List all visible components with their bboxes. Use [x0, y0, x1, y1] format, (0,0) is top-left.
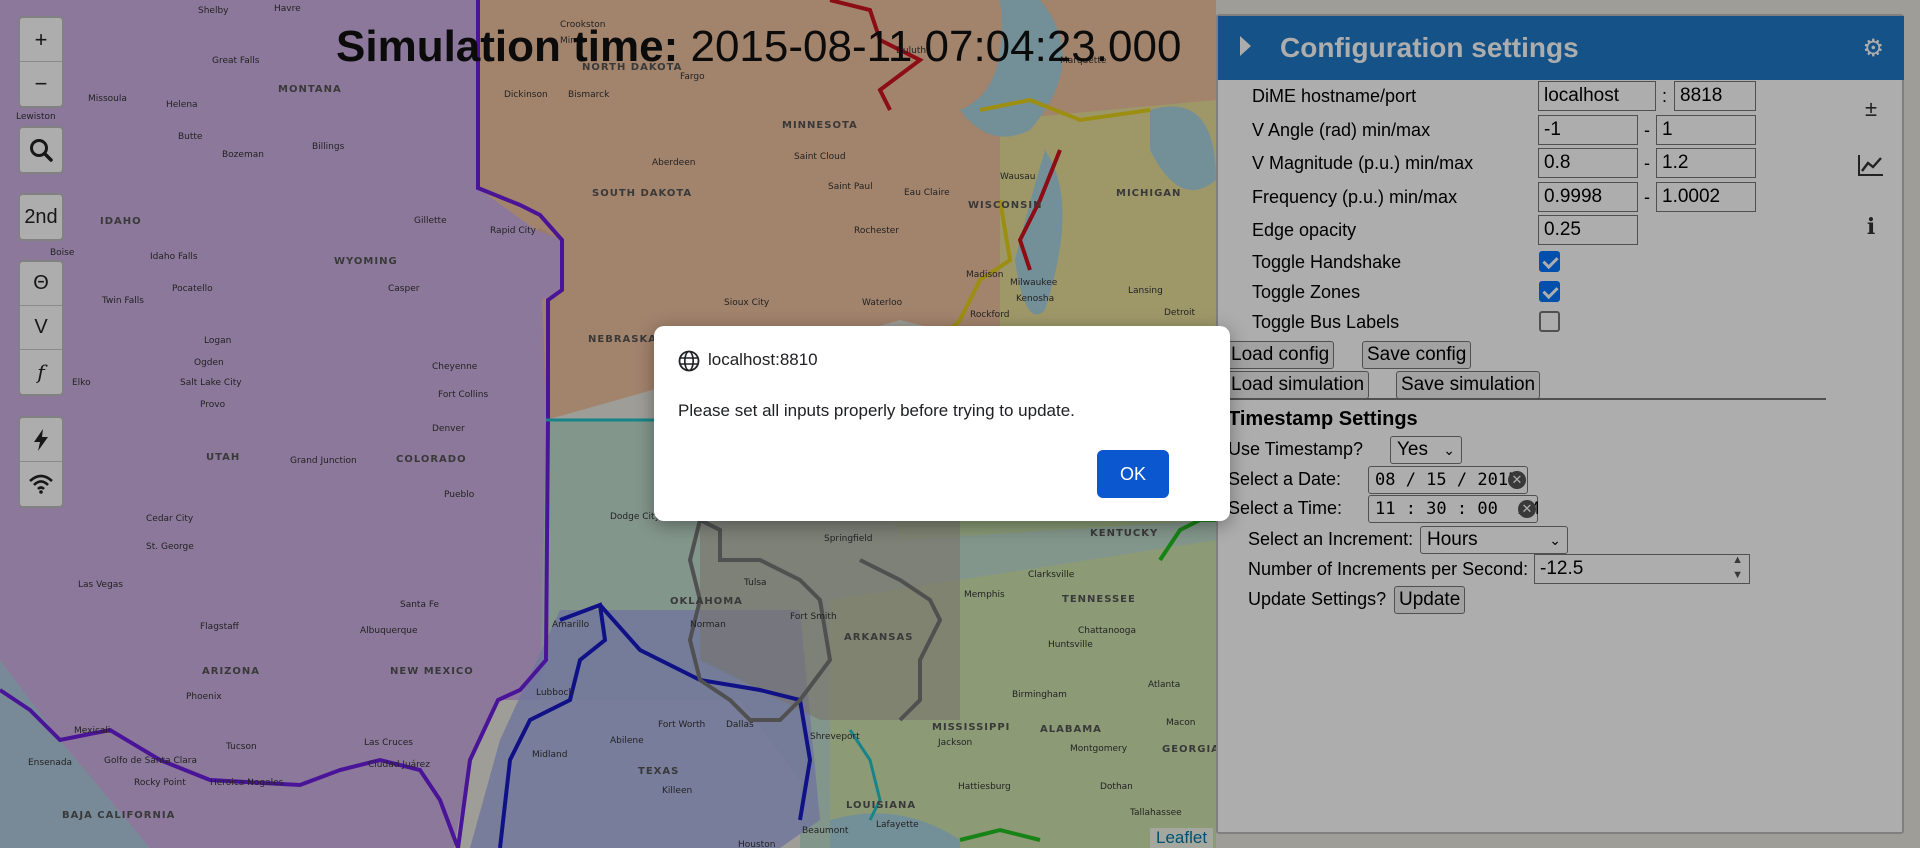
alert-dialog: localhost:8810 Please set all inputs pro… [654, 326, 1230, 521]
globe-icon [678, 350, 700, 372]
dialog-origin: localhost:8810 [708, 350, 818, 369]
ok-button[interactable]: OK [1097, 450, 1169, 498]
dialog-message: Please set all inputs properly before tr… [678, 401, 1075, 420]
